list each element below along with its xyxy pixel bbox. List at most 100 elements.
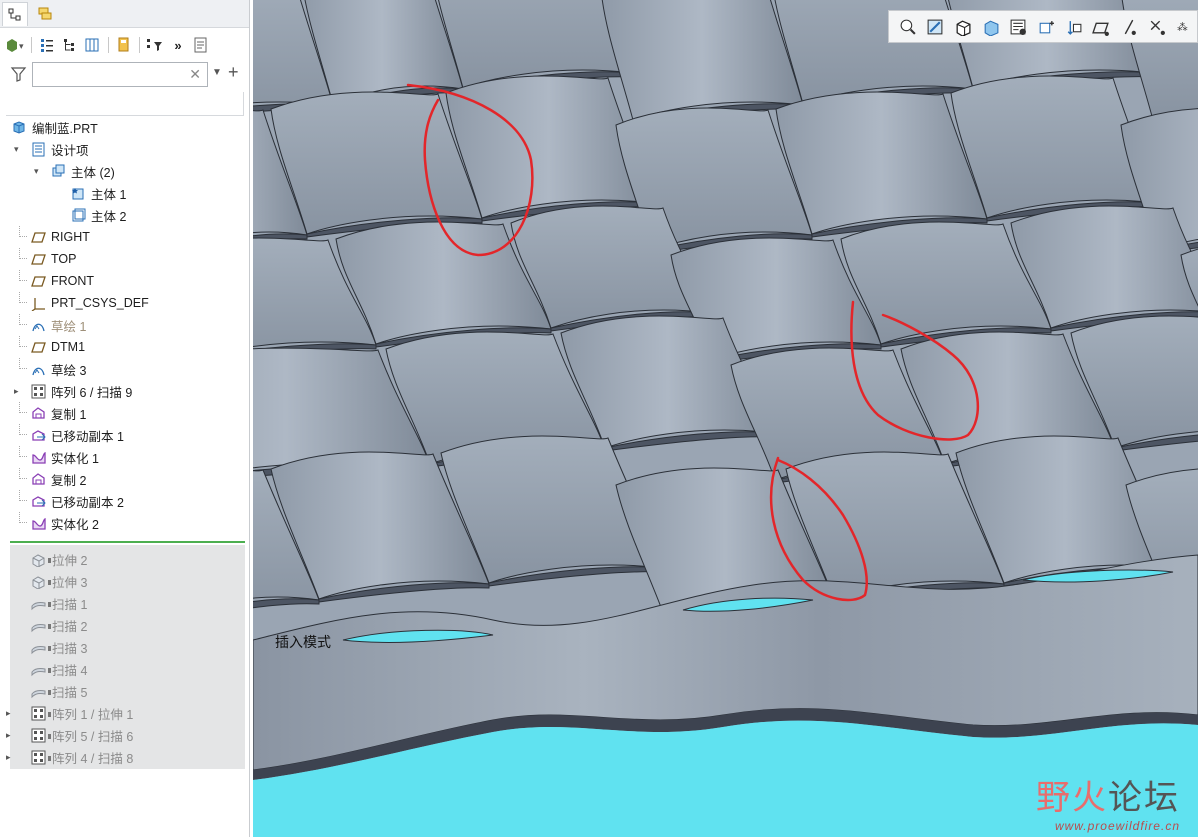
tree-item[interactable]: 复制 1 <box>0 402 248 424</box>
search-box[interactable]: ✕ <box>32 62 208 87</box>
tree-item[interactable]: 已移动副本 2 <box>0 490 248 512</box>
refit-button[interactable] <box>950 15 976 39</box>
collapsed-arrow-icon[interactable]: ▸ <box>6 708 11 719</box>
tree-item[interactable]: RIGHT <box>0 226 248 248</box>
tree-item-label: 拉伸 2 <box>52 553 88 568</box>
datum-point-display-button[interactable]: ⁂ <box>1171 15 1197 39</box>
saved-views-icon <box>1010 19 1027 35</box>
tree-item-label: 扫描 1 <box>52 597 88 612</box>
add-icon[interactable]: + <box>228 62 239 83</box>
tree-connector <box>19 468 27 479</box>
watermark-title-a: 野火 <box>1036 779 1108 817</box>
notebook-button[interactable] <box>114 35 134 55</box>
perspective-button[interactable] <box>1061 15 1087 39</box>
tree-item[interactable]: 实体化 1 <box>0 446 248 468</box>
pattern-icon <box>30 749 46 765</box>
collapsed-arrow-icon[interactable]: ▸ <box>6 730 11 741</box>
expand-arrow-icon[interactable]: ▾ <box>34 166 39 177</box>
zoom-fit-button[interactable] <box>895 15 921 39</box>
tree-connector <box>19 270 27 281</box>
tree-item-label: 主体 1 <box>91 187 127 202</box>
layer-tab[interactable] <box>32 2 58 26</box>
suppressed-tree-item[interactable]: 扫描 1 <box>10 592 245 614</box>
show-menu-button[interactable]: ▾ <box>6 35 26 55</box>
sweep-icon <box>30 683 46 699</box>
tree-item[interactable]: 草绘 1 <box>0 314 248 336</box>
tree-item[interactable]: ▾ 设计项 <box>0 138 248 160</box>
datum-plane-icon <box>30 229 46 245</box>
more-button[interactable]: » <box>168 35 188 55</box>
tree-item[interactable]: 复制 2 <box>0 468 248 490</box>
perspective-icon <box>1067 20 1082 35</box>
properties-button[interactable] <box>191 35 211 55</box>
insert-here-marker[interactable] <box>10 541 245 543</box>
suppressed-marker-icon <box>48 733 51 739</box>
woven-model-render <box>253 0 1198 837</box>
tree-item[interactable]: 草绘 3 <box>0 358 248 380</box>
tree-item[interactable]: 已移动副本 1 <box>0 424 248 446</box>
tree-item[interactable]: DTM1 <box>0 336 248 358</box>
suppressed-marker-icon <box>48 601 51 607</box>
datum-axis-display-icon <box>1150 20 1165 35</box>
tree-item[interactable]: ▾ 主体 (2) <box>0 160 248 182</box>
suppressed-tree-item[interactable]: 扫描 3 <box>10 636 245 658</box>
csys-icon <box>30 295 46 311</box>
model-tree: 编制蓝.PRT ▾ 设计项 ▾ 主体 (2) 主体 1 主体 2 RIGHT TOP FRONT… <box>0 116 248 534</box>
suppressed-tree-item[interactable]: ▸ 阵列 4 / 扫描 8 <box>6 746 245 768</box>
suppressed-marker-icon <box>48 689 51 695</box>
spin-center-button[interactable] <box>1088 15 1114 39</box>
datum-axis-display-button[interactable] <box>1144 15 1170 39</box>
search-dropdown-icon[interactable]: ▼ <box>212 67 222 78</box>
tree-item[interactable]: 主体 1 <box>0 182 248 204</box>
tree-item[interactable]: 实体化 2 <box>0 512 248 534</box>
tree-item[interactable]: 主体 2 <box>0 204 248 226</box>
zoom-in-button[interactable] <box>923 15 949 39</box>
tree-columns-button[interactable] <box>83 35 103 55</box>
tree-item-label: 实体化 2 <box>51 517 99 532</box>
suppressed-tree-item[interactable]: 拉伸 2 <box>10 548 245 570</box>
search-row: ✕ ▼ + <box>6 62 246 88</box>
view-manager-button[interactable] <box>1033 15 1059 39</box>
suppressed-tree-item[interactable]: 拉伸 3 <box>10 570 245 592</box>
collapsed-arrow-icon[interactable]: ▸ <box>14 386 19 397</box>
tree-item[interactable]: FRONT <box>0 270 248 292</box>
suppressed-tree-item[interactable]: ▸ 阵列 1 / 拉伸 1 <box>6 702 245 724</box>
clear-icon[interactable]: ✕ <box>189 66 201 83</box>
filter-options-button[interactable] <box>145 35 165 55</box>
tree-item[interactable]: ▸ 阵列 6 / 扫描 9 <box>0 380 248 402</box>
display-style-button[interactable] <box>978 15 1004 39</box>
columns-icon <box>85 38 99 52</box>
copy-icon <box>30 405 46 421</box>
extrude-icon <box>30 573 46 589</box>
tree-item[interactable]: TOP <box>0 248 248 270</box>
suppressed-marker-icon <box>48 645 51 651</box>
tree-item-label: 复制 1 <box>51 407 87 422</box>
datum-plane-display-button[interactable] <box>1116 15 1142 39</box>
suppressed-tree-item[interactable]: 扫描 2 <box>10 614 245 636</box>
svg-text:▾: ▾ <box>19 41 24 51</box>
tree-item[interactable]: PRT_CSYS_DEF <box>0 292 248 314</box>
chevron-double-right-icon: » <box>174 37 182 53</box>
tree-item-label: 扫描 2 <box>52 619 88 634</box>
datum-plane-icon <box>30 273 46 289</box>
suppressed-tree-item[interactable]: 扫描 4 <box>10 658 245 680</box>
tree-connector <box>19 248 27 259</box>
search-input[interactable] <box>33 63 183 86</box>
model-tree-tab[interactable] <box>2 2 28 26</box>
suppressed-tree-item[interactable]: ▸ 阵列 5 / 扫描 6 <box>6 724 245 746</box>
tree-item-label: 复制 2 <box>51 473 87 488</box>
suppressed-tree-item[interactable]: 扫描 5 <box>10 680 245 702</box>
tree-item-label: 阵列 1 / 拉伸 1 <box>52 707 134 722</box>
saved-views-button[interactable] <box>1006 15 1032 39</box>
tree-item-label: FRONT <box>51 274 95 288</box>
tree-filter-button[interactable] <box>60 35 80 55</box>
pattern-icon <box>30 383 46 399</box>
insert-mode-label: 插入模式 <box>275 634 331 650</box>
expand-arrow-icon[interactable]: ▾ <box>14 144 19 155</box>
watermark-title-b: 论坛 <box>1108 779 1180 817</box>
tree-root[interactable]: 编制蓝.PRT <box>0 116 248 138</box>
funnel-icon[interactable] <box>10 66 28 84</box>
graphics-viewport[interactable]: ⁂ 插入模式 野火论坛 www.proewildfire.cn <box>253 0 1198 837</box>
tree-settings-button[interactable] <box>37 35 57 55</box>
collapsed-arrow-icon[interactable]: ▸ <box>6 752 11 763</box>
